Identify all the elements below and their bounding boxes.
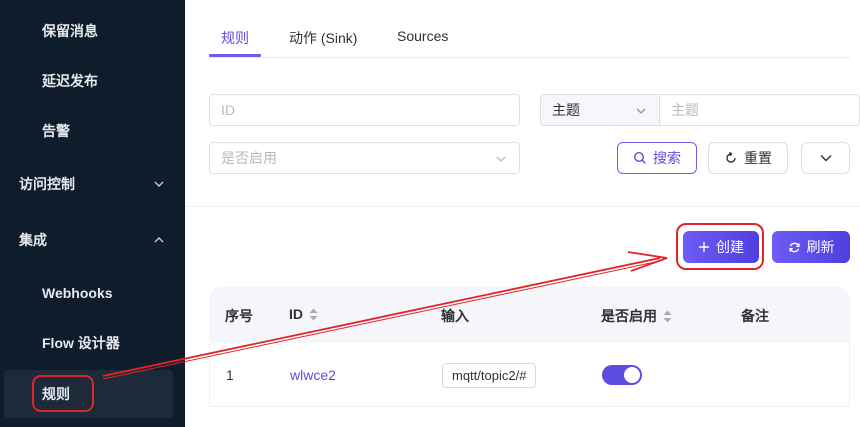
id-input[interactable]: ID bbox=[209, 94, 520, 126]
chevron-down-icon bbox=[820, 155, 831, 162]
section-divider bbox=[185, 206, 860, 207]
sidebar-group-integration[interactable]: 集成 bbox=[0, 220, 185, 260]
topic-input[interactable]: 主题 bbox=[659, 94, 860, 126]
reset-button-label: 重置 bbox=[744, 150, 772, 166]
column-header-id[interactable]: ID bbox=[289, 306, 318, 322]
sidebar-item-label: 保留消息 bbox=[42, 23, 98, 39]
create-button-label: 创建 bbox=[716, 239, 744, 255]
column-header-label: 是否启用 bbox=[601, 308, 657, 324]
search-button-label: 搜索 bbox=[653, 150, 681, 166]
enabled-select-placeholder: 是否启用 bbox=[221, 150, 277, 166]
topic-input-placeholder: 主题 bbox=[671, 102, 699, 118]
column-header-input: 输入 bbox=[441, 306, 469, 326]
rule-id-link[interactable]: wlwce2 bbox=[290, 367, 336, 383]
column-header-label: 输入 bbox=[441, 308, 469, 324]
sidebar: 保留消息 延迟发布 告警 访问控制 集成 Webhooks Flow 设计器 规… bbox=[0, 0, 185, 427]
refresh-icon bbox=[788, 242, 800, 252]
sort-icon[interactable] bbox=[309, 308, 318, 321]
column-header-label: ID bbox=[289, 306, 303, 322]
search-button[interactable]: 搜索 bbox=[617, 142, 697, 174]
sidebar-item-webhooks[interactable]: Webhooks bbox=[0, 273, 185, 313]
sidebar-group-access-control[interactable]: 访问控制 bbox=[0, 164, 185, 204]
sidebar-item-label: 集成 bbox=[19, 232, 47, 248]
tab-bar: 规则 动作 (Sink) Sources bbox=[209, 0, 850, 58]
table-row: 1 wlwce2 mqtt/topic2/# bbox=[209, 343, 850, 407]
create-button[interactable]: 创建 bbox=[683, 231, 759, 263]
search-icon bbox=[633, 151, 646, 164]
reset-icon bbox=[726, 151, 736, 163]
sidebar-item-alarms[interactable]: 告警 bbox=[0, 111, 185, 151]
tab-sources[interactable]: Sources bbox=[397, 28, 448, 44]
toggle-knob bbox=[624, 367, 640, 383]
cell-index: 1 bbox=[226, 367, 234, 383]
tab-rules[interactable]: 规则 bbox=[221, 28, 249, 48]
sidebar-item-label: 告警 bbox=[42, 123, 70, 139]
enabled-toggle[interactable] bbox=[602, 365, 642, 385]
sidebar-item-label: Flow 设计器 bbox=[42, 335, 120, 351]
rules-table: 序号 ID 输入 是否启用 备注 1 wlwce2 mqtt/topic2/# bbox=[209, 287, 850, 427]
chevron-down-icon bbox=[636, 108, 646, 114]
topic-type-select[interactable]: 主题 bbox=[540, 94, 660, 126]
enabled-select[interactable]: 是否启用 bbox=[209, 142, 520, 174]
tab-actions-sink[interactable]: 动作 (Sink) bbox=[289, 28, 357, 48]
chevron-down-icon bbox=[154, 181, 164, 187]
expand-filters-button[interactable] bbox=[801, 142, 850, 174]
refresh-button[interactable]: 刷新 bbox=[772, 231, 850, 263]
id-input-placeholder: ID bbox=[221, 102, 235, 118]
reset-button[interactable]: 重置 bbox=[708, 142, 788, 174]
sidebar-item-label: 延迟发布 bbox=[42, 73, 98, 89]
chevron-down-icon bbox=[496, 156, 506, 162]
sidebar-item-label: 规则 bbox=[42, 386, 70, 402]
topic-type-select-value: 主题 bbox=[552, 102, 580, 118]
column-header-label: 备注 bbox=[741, 308, 769, 324]
column-header-index: 序号 bbox=[225, 306, 253, 326]
sidebar-item-label: 访问控制 bbox=[19, 176, 75, 192]
refresh-button-label: 刷新 bbox=[806, 239, 835, 255]
chevron-up-icon bbox=[154, 237, 164, 243]
column-header-note: 备注 bbox=[741, 306, 769, 326]
sidebar-item-delayed-publish[interactable]: 延迟发布 bbox=[0, 61, 185, 101]
sidebar-item-retained-messages[interactable]: 保留消息 bbox=[0, 11, 185, 51]
input-topic-tag: mqtt/topic2/# bbox=[442, 363, 537, 388]
table-header: 序号 ID 输入 是否启用 备注 bbox=[209, 287, 850, 343]
active-tab-indicator bbox=[209, 54, 261, 57]
column-header-enabled[interactable]: 是否启用 bbox=[601, 306, 672, 326]
sort-icon[interactable] bbox=[663, 310, 672, 323]
sidebar-item-flow-designer[interactable]: Flow 设计器 bbox=[0, 323, 185, 363]
plus-icon bbox=[699, 242, 709, 252]
sidebar-item-label: Webhooks bbox=[42, 285, 113, 301]
sidebar-item-rules[interactable]: 规则 bbox=[4, 370, 173, 418]
main-content: 规则 动作 (Sink) Sources ID 主题 主题 是否启用 搜索 重置… bbox=[185, 0, 860, 427]
column-header-label: 序号 bbox=[225, 308, 253, 324]
